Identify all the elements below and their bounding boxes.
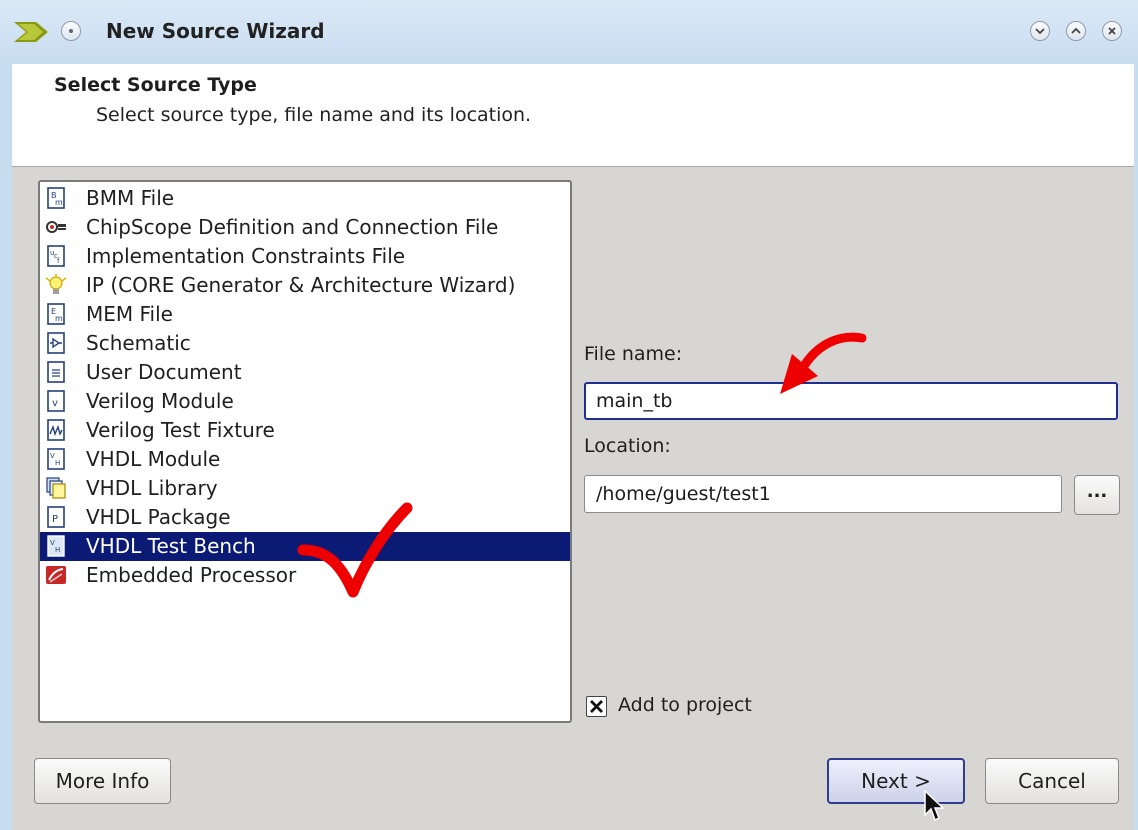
app-logo-icon bbox=[14, 22, 48, 42]
svg-text:P: P bbox=[52, 514, 58, 525]
list-item[interactable]: Bm BMM File bbox=[40, 184, 570, 213]
list-item[interactable]: Em MEM File bbox=[40, 300, 570, 329]
list-item-label: VHDL Package bbox=[86, 505, 231, 529]
window-menu-icon[interactable] bbox=[61, 21, 81, 41]
list-item[interactable]: Embedded Processor bbox=[40, 561, 570, 590]
list-item-label: VHDL Test Bench bbox=[86, 534, 256, 558]
ip-core-icon bbox=[45, 274, 67, 294]
wizard-content: Bm BMM File ChipScope Definition and Con… bbox=[12, 167, 1134, 830]
list-item[interactable]: VH VHDL Test Bench bbox=[40, 532, 570, 561]
list-item-label: IP (CORE Generator & Architecture Wizard… bbox=[86, 273, 516, 297]
vhdl-test-bench-icon: VH bbox=[47, 535, 65, 557]
page-subtitle: Select source type, file name and its lo… bbox=[96, 104, 532, 126]
list-item-label: Verilog Test Fixture bbox=[86, 418, 275, 442]
source-type-list[interactable]: Bm BMM File ChipScope Definition and Con… bbox=[38, 180, 572, 723]
list-item[interactable]: VHDL Library bbox=[40, 474, 570, 503]
window-title: New Source Wizard bbox=[106, 19, 325, 43]
list-item-label: BMM File bbox=[86, 186, 175, 210]
list-item[interactable]: User Document bbox=[40, 358, 570, 387]
list-item[interactable]: v Verilog Module bbox=[40, 387, 570, 416]
list-item-label: VHDL Module bbox=[86, 447, 221, 471]
svg-text:m: m bbox=[55, 198, 63, 207]
list-item-label: VHDL Library bbox=[86, 476, 218, 500]
location-input[interactable] bbox=[584, 475, 1062, 513]
list-item-label: User Document bbox=[86, 360, 242, 384]
vhdl-library-icon bbox=[46, 477, 66, 499]
minimize-icon[interactable] bbox=[1030, 21, 1050, 41]
bmm-file-icon: Bm bbox=[47, 187, 65, 209]
add-to-project-checkbox[interactable] bbox=[586, 696, 607, 717]
more-info-button[interactable]: More Info bbox=[34, 758, 171, 804]
list-item[interactable]: Verilog Test Fixture bbox=[40, 416, 570, 445]
maximize-icon[interactable] bbox=[1066, 21, 1086, 41]
wizard-header: Select Source Type Select source type, f… bbox=[12, 64, 1134, 167]
list-item-label: Implementation Constraints File bbox=[86, 244, 406, 268]
location-label: Location: bbox=[584, 435, 671, 457]
checkmark-icon bbox=[590, 700, 603, 713]
mem-file-icon: Em bbox=[47, 303, 65, 325]
list-item[interactable]: IP (CORE Generator & Architecture Wizard… bbox=[40, 271, 570, 300]
page-title: Select Source Type bbox=[54, 74, 257, 96]
svg-text:H: H bbox=[55, 459, 60, 467]
schematic-icon bbox=[47, 332, 65, 354]
vhdl-package-icon: P bbox=[47, 506, 65, 528]
vhdl-module-icon: VH bbox=[47, 448, 65, 470]
list-item[interactable]: VH VHDL Module bbox=[40, 445, 570, 474]
list-item-label: Schematic bbox=[86, 331, 191, 355]
mouse-cursor-icon bbox=[924, 790, 945, 822]
list-item-label: ChipScope Definition and Connection File bbox=[86, 215, 499, 239]
list-item[interactable]: ChipScope Definition and Connection File bbox=[40, 213, 570, 242]
browse-button[interactable]: ... bbox=[1074, 475, 1120, 515]
chipscope-icon bbox=[46, 221, 66, 233]
list-item[interactable]: ucf Implementation Constraints File bbox=[40, 242, 570, 271]
list-item-label: Verilog Module bbox=[86, 389, 234, 413]
add-to-project-label[interactable]: Add to project bbox=[618, 694, 752, 716]
window-frame-right bbox=[1134, 64, 1138, 830]
embedded-processor-icon bbox=[46, 566, 66, 584]
list-item-label: MEM File bbox=[86, 302, 173, 326]
verilog-module-icon: v bbox=[47, 390, 65, 412]
list-item-label: Embedded Processor bbox=[86, 563, 297, 587]
verilog-test-fixture-icon bbox=[47, 419, 65, 441]
file-name-label: File name: bbox=[584, 343, 683, 365]
ucf-file-icon: u cf bbox=[47, 245, 65, 267]
title-bar[interactable]: New Source Wizard bbox=[0, 0, 1138, 64]
file-name-input[interactable] bbox=[584, 382, 1118, 420]
close-icon[interactable] bbox=[1102, 21, 1122, 41]
cancel-button[interactable]: Cancel bbox=[985, 758, 1119, 804]
svg-text:H: H bbox=[55, 546, 60, 554]
list-item[interactable]: Schematic bbox=[40, 329, 570, 358]
document-icon bbox=[47, 361, 65, 383]
window-frame-left bbox=[0, 64, 12, 830]
svg-text:m: m bbox=[55, 314, 63, 323]
list-item[interactable]: P VHDL Package bbox=[40, 503, 570, 532]
svg-text:v: v bbox=[52, 398, 58, 409]
